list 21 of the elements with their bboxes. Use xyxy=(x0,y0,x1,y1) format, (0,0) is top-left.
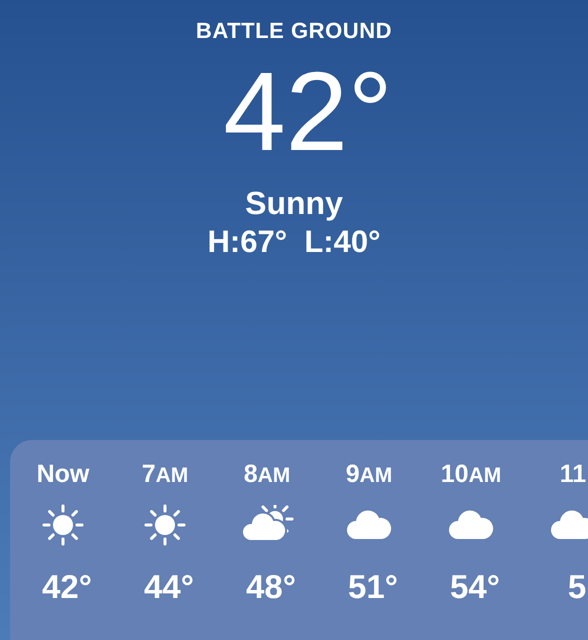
hour-temperature: 48° xyxy=(245,568,296,606)
sun-icon xyxy=(42,504,84,546)
hour-label: 8AM xyxy=(244,459,290,490)
hour-label: 7AM xyxy=(142,459,188,490)
hour-label: Now xyxy=(36,459,90,490)
hour-temperature: 51° xyxy=(347,568,398,606)
hour-label: 10AM xyxy=(440,459,502,490)
hour-label: 11 xyxy=(560,459,586,490)
cloud-icon xyxy=(550,509,588,541)
hour-temperature: 5 xyxy=(566,568,586,606)
cloud-icon xyxy=(346,509,392,541)
hour-temperature: 44° xyxy=(143,568,194,606)
high-low-temperature: H:67° L:40° xyxy=(208,224,380,260)
hour-temperature: 54° xyxy=(449,568,500,606)
weather-condition: Sunny xyxy=(245,184,343,222)
location-name: BATTLE GROUND xyxy=(196,18,392,44)
cloud-icon xyxy=(448,509,494,541)
hour-temperature: 42° xyxy=(41,568,92,606)
sun-icon xyxy=(144,504,186,546)
current-temperature: 42° xyxy=(222,52,393,172)
hour-label: 9AM xyxy=(346,459,392,490)
